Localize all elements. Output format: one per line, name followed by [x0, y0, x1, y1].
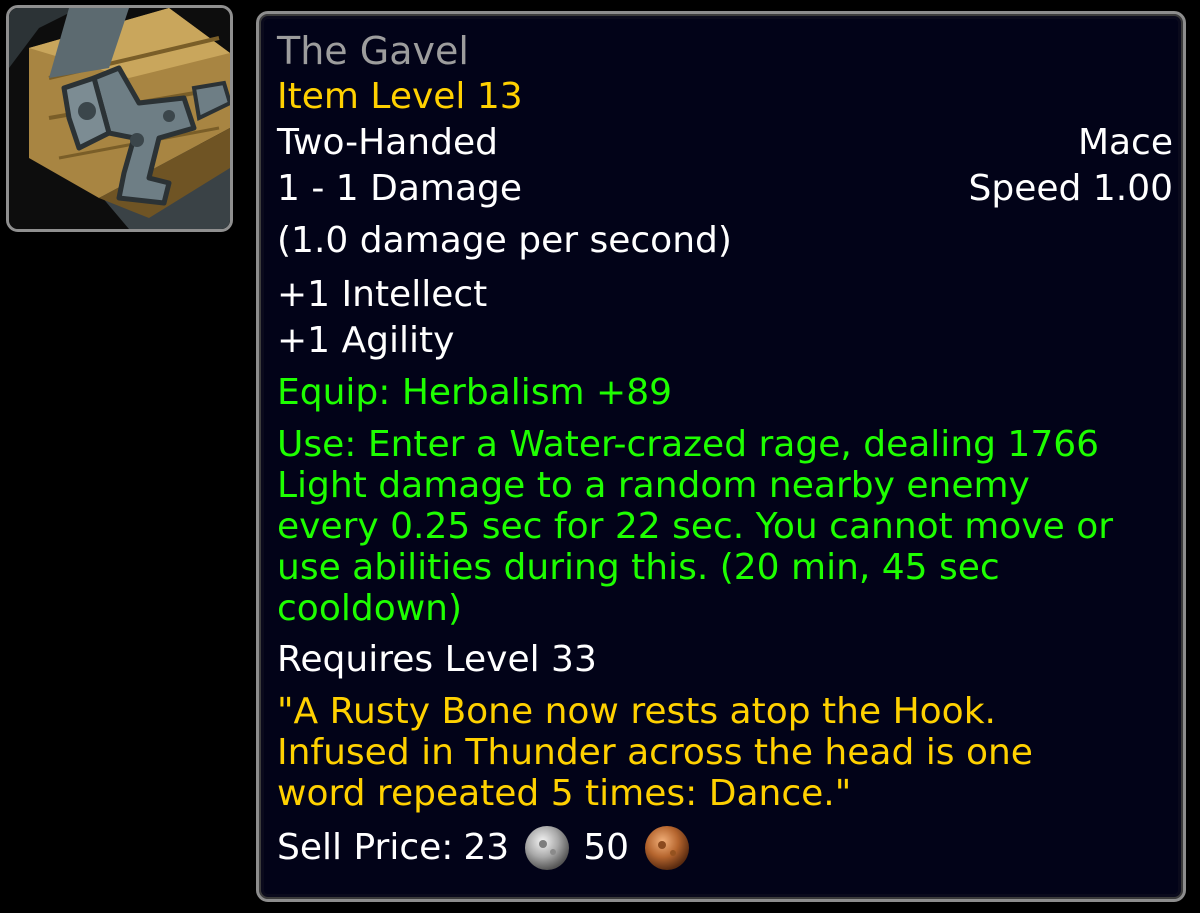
tooltip-panel: The Gavel Item Level 13 Two-Handed Mace … [256, 11, 1186, 902]
item-level: Item Level 13 [277, 76, 523, 117]
mace-head-icon [9, 8, 230, 229]
use-effect-line: Use: Enter a Water-crazed rage, dealing … [277, 424, 1100, 465]
required-level: Requires Level 33 [277, 639, 597, 680]
use-effect: Use: Enter a Water-crazed rage, dealing … [277, 424, 1177, 629]
copper-coin-icon [645, 826, 690, 870]
silver-coin-icon [525, 826, 570, 870]
flavor-line: "A Rusty Bone now rests atop the Hook. [277, 691, 996, 732]
item-damage: 1 - 1 Damage [277, 168, 523, 209]
copper-amount: 50 [583, 827, 630, 868]
use-effect-line: use abilities during this. (20 min, 45 s… [277, 547, 1000, 588]
flavor-line: Infused in Thunder across the head is on… [277, 732, 1033, 773]
flavor-line: word repeated 5 times: Dance." [277, 773, 852, 814]
slot-type-row: Two-Handed Mace [277, 120, 1173, 166]
sell-price-label: Sell Price: [277, 827, 454, 868]
use-effect-line: Light damage to a random nearby enemy [277, 465, 1030, 506]
tooltip-content: The Gavel Item Level 13 Two-Handed Mace … [277, 28, 1173, 872]
item-type: Mace [1077, 122, 1173, 163]
sell-price: Sell Price: 23 50 [277, 824, 1173, 872]
item-dps: (1.0 damage per second) [277, 220, 732, 261]
item-speed: Speed 1.00 [968, 168, 1173, 209]
equip-effect: Equip: Herbalism +89 [277, 372, 673, 413]
flavor-text: "A Rusty Bone now rests atop the Hook. I… [277, 691, 1157, 814]
item-name: The Gavel [277, 29, 469, 73]
item-stats: +1 Intellect +1 Agility [277, 272, 1173, 364]
item-slot: Two-Handed [277, 122, 498, 163]
use-effect-line: every 0.25 sec for 22 sec. You cannot mo… [277, 506, 1114, 547]
item-icon[interactable] [6, 5, 233, 232]
silver-amount: 23 [463, 827, 510, 868]
use-effect-line: cooldown) [277, 588, 463, 629]
item-tooltip-view: The Gavel Item Level 13 Two-Handed Mace … [0, 0, 1200, 913]
damage-speed-row: 1 - 1 Damage Speed 1.00 [277, 166, 1173, 212]
stat-line: +1 Intellect [277, 274, 488, 315]
stat-line: +1 Agility [277, 320, 455, 361]
